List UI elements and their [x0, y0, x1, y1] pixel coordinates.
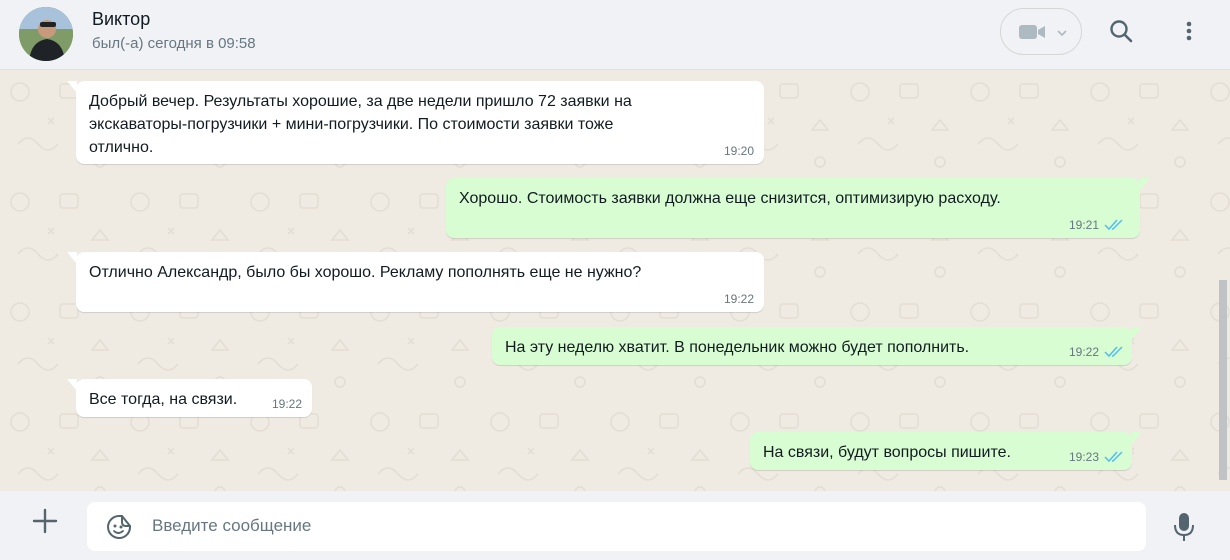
message-time: 19:21 [1068, 218, 1099, 232]
message-time: 19:20 [723, 144, 754, 158]
search-button[interactable] [1104, 14, 1138, 48]
message-incoming[interactable]: Все тогда, на связи. 19:22 [76, 379, 312, 417]
message-line: отлично. [89, 139, 154, 156]
attach-button[interactable] [30, 506, 60, 536]
message-input[interactable] [152, 510, 1122, 542]
message-outgoing[interactable]: Хорошо. Стоимость заявки должна еще сниз… [446, 178, 1140, 238]
read-ticks-icon [1104, 451, 1123, 463]
message-line: Отлично Александр, было бы хорошо. Рекла… [89, 264, 642, 281]
video-call-icon [1019, 25, 1045, 39]
sticker-button[interactable] [106, 514, 132, 540]
contact-name[interactable]: Виктор [92, 9, 150, 30]
bubble-tail [1132, 327, 1142, 339]
bubble-tail [1132, 432, 1142, 444]
message-text: На связи, будут вопросы пишите. [763, 441, 1011, 464]
sticker-icon [107, 515, 131, 539]
scrollbar[interactable] [1219, 280, 1227, 480]
message-line: На связи, будут вопросы пишите. [763, 444, 1011, 461]
microphone-icon [1174, 513, 1194, 541]
read-ticks-icon [1104, 219, 1123, 231]
menu-button[interactable] [1176, 14, 1202, 48]
message-text: Отлично Александр, было бы хорошо. Рекла… [89, 261, 641, 284]
avatar[interactable] [19, 7, 73, 61]
message-line: экскаваторы-погрузчики + мини-погрузчики… [89, 116, 614, 133]
message-text: Хорошо. Стоимость заявки должна еще сниз… [459, 187, 1001, 210]
search-icon [1110, 20, 1133, 43]
voice-message-button[interactable] [1170, 511, 1198, 543]
message-incoming[interactable]: Отлично Александр, было бы хорошо. Рекла… [76, 252, 764, 312]
message-time: 19:22 [271, 397, 302, 411]
message-time: 19:22 [723, 292, 754, 306]
message-line: Все тогда, на связи. [89, 391, 238, 408]
message-outgoing[interactable]: На эту неделю хватит. В понедельник можн… [492, 327, 1132, 365]
chevron-down-icon [1057, 30, 1067, 37]
last-seen-status: был(-а) сегодня в 09:58 [92, 35, 256, 52]
message-text: Добрый вечер. Результаты хорошие, за две… [89, 90, 632, 159]
message-text: На эту неделю хватит. В понедельник можн… [505, 336, 969, 359]
message-time: 19:22 [1068, 345, 1099, 359]
menu-dots-icon [1186, 21, 1192, 41]
message-incoming[interactable]: Добрый вечер. Результаты хорошие, за две… [76, 81, 764, 164]
message-line: На эту неделю хватит. В понедельник можн… [505, 339, 970, 356]
message-list: Добрый вечер. Результаты хорошие, за две… [0, 70, 1230, 491]
avatar-photo [19, 7, 73, 61]
bubble-tail [1140, 178, 1150, 190]
message-outgoing[interactable]: На связи, будут вопросы пишите. 19:23 [750, 432, 1132, 470]
message-line: Добрый вечер. Результаты хорошие, за две… [89, 93, 632, 110]
composer [0, 491, 1230, 560]
message-input-box[interactable] [87, 502, 1146, 551]
message-text: Все тогда, на связи. [89, 388, 237, 411]
read-ticks-icon [1104, 346, 1123, 358]
message-time: 19:23 [1068, 450, 1099, 464]
chat-header: Виктор был(-а) сегодня в 09:58 [0, 0, 1230, 70]
video-call-button[interactable] [1000, 8, 1082, 55]
message-line: Хорошо. Стоимость заявки должна еще сниз… [459, 190, 1001, 207]
plus-icon [32, 508, 58, 534]
